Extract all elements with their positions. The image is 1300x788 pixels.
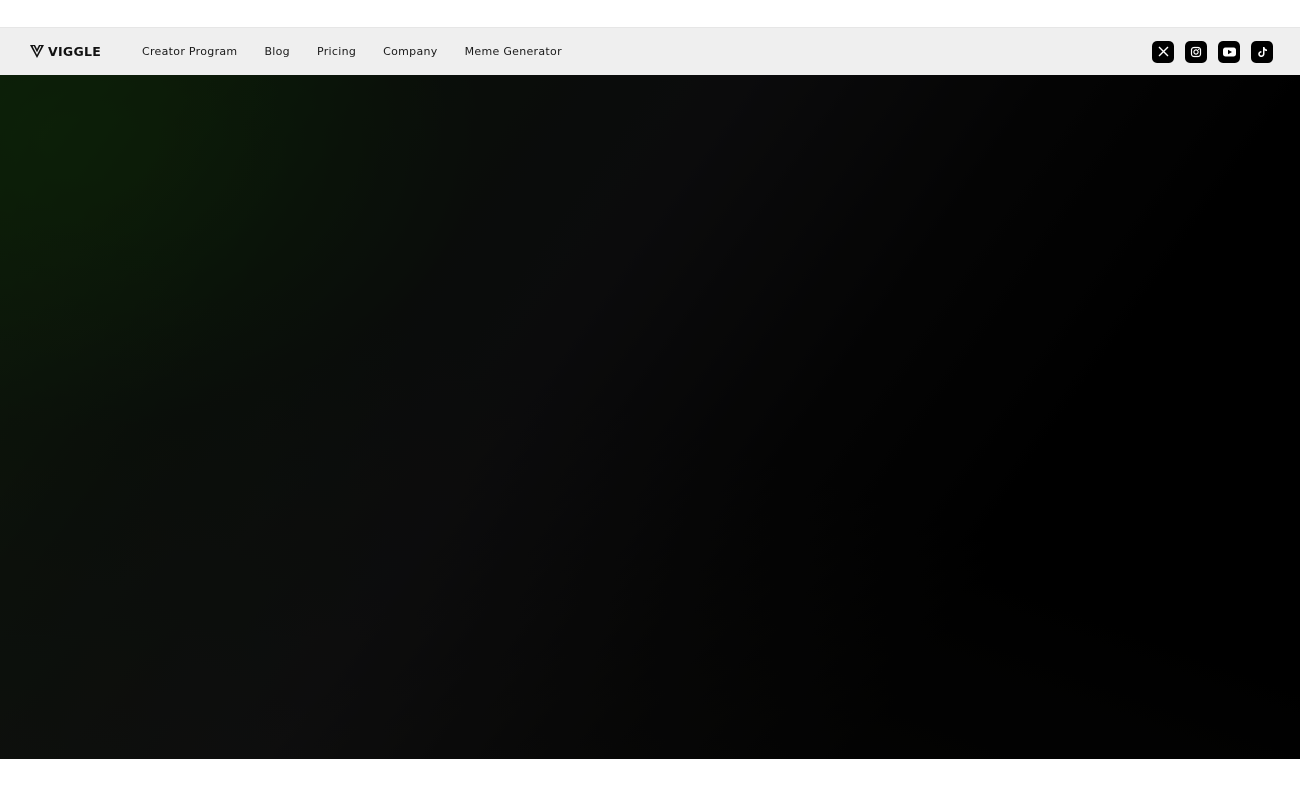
nav-link-blog[interactable]: Blog: [264, 45, 290, 58]
navbar: VIGGLE Creator Program Blog Pricing Comp…: [0, 28, 1300, 75]
main-nav: Creator Program Blog Pricing Company Mem…: [142, 28, 562, 75]
brand-logo-link[interactable]: VIGGLE: [30, 28, 101, 75]
top-bar: [0, 0, 1300, 28]
viggle-v-logo-icon: [30, 45, 44, 58]
brand-name: VIGGLE: [48, 44, 102, 59]
social-links: [1152, 28, 1273, 75]
nav-link-pricing[interactable]: Pricing: [317, 45, 356, 58]
social-youtube-button[interactable]: [1218, 40, 1240, 63]
youtube-icon: [1222, 47, 1236, 56]
instagram-icon: [1190, 46, 1202, 57]
nav-link-creator-program[interactable]: Creator Program: [142, 45, 237, 58]
page: VIGGLE Creator Program Blog Pricing Comp…: [0, 0, 1300, 788]
social-x-button[interactable]: [1152, 40, 1174, 63]
nav-link-meme-generator[interactable]: Meme Generator: [465, 45, 562, 58]
hero-section: [0, 75, 1300, 759]
nav-link-company[interactable]: Company: [383, 45, 437, 58]
social-tiktok-button[interactable]: [1251, 40, 1273, 63]
x-twitter-icon: [1158, 46, 1168, 57]
tiktok-icon: [1257, 46, 1267, 57]
bottom-spacer: [0, 759, 1300, 788]
social-instagram-button[interactable]: [1185, 40, 1207, 63]
